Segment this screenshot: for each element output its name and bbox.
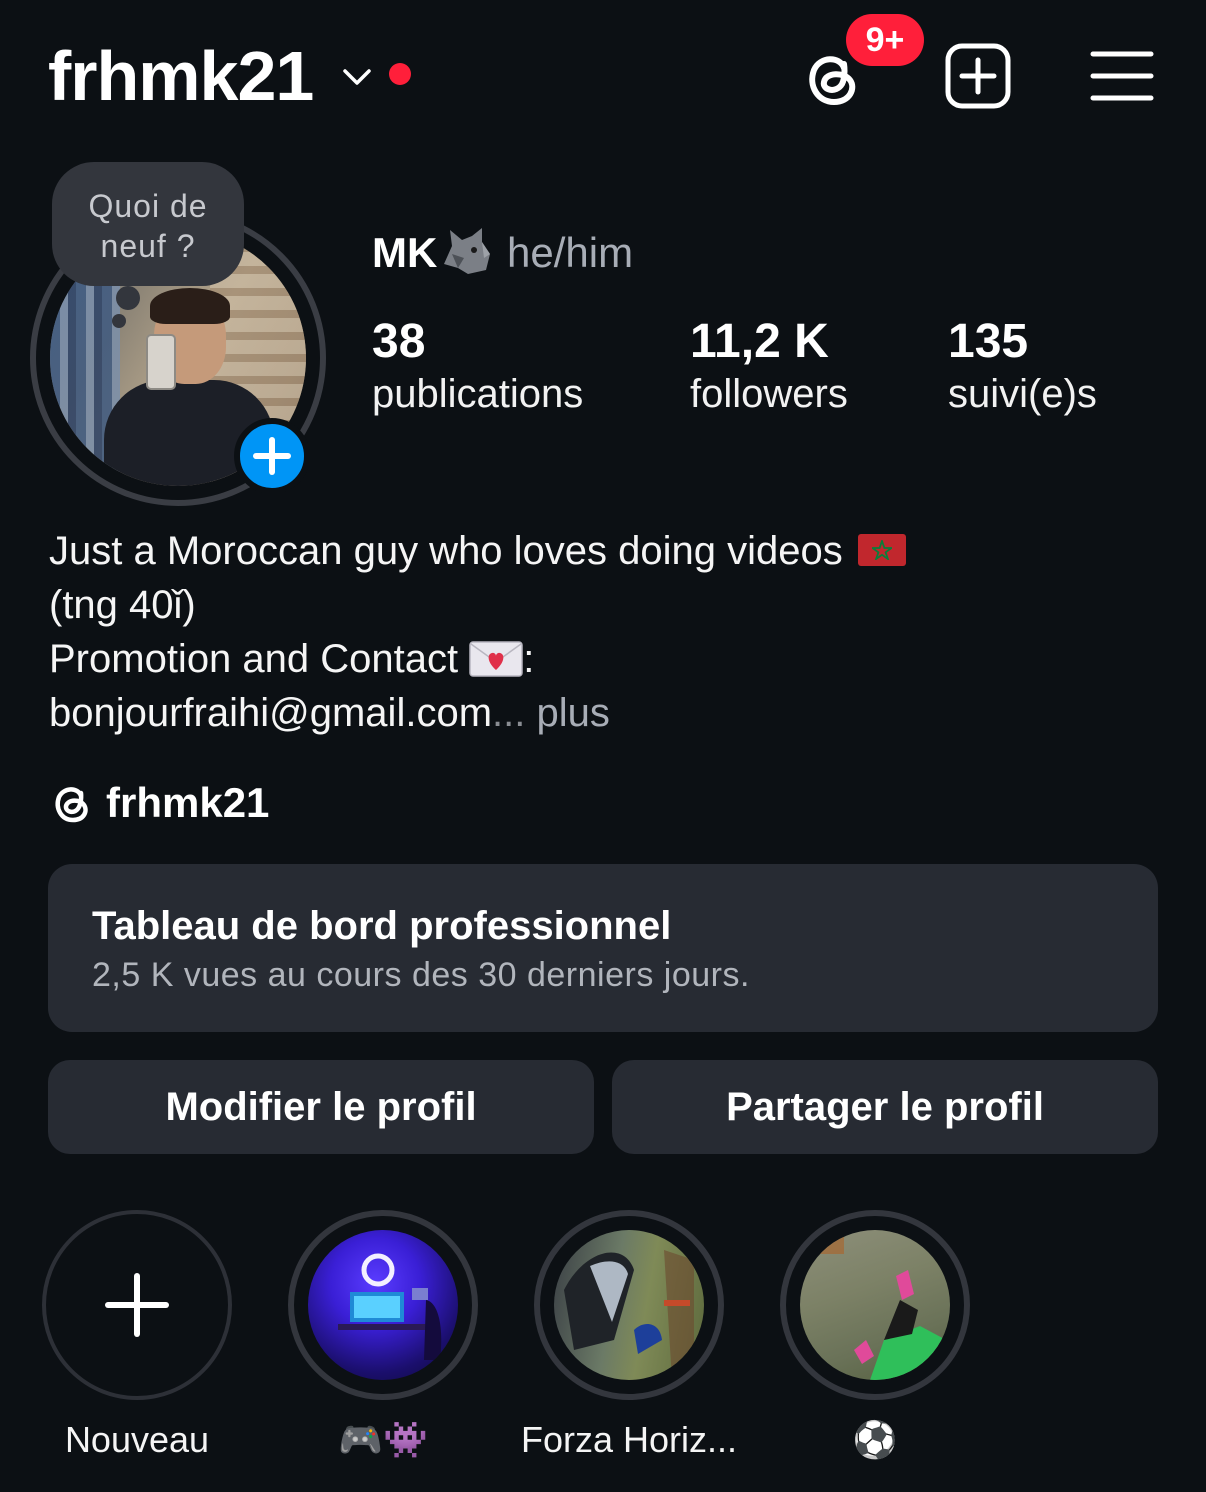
dashboard-subtitle: 2,5 K vues au cours des 30 derniers jour…	[92, 956, 750, 994]
bio: Just a Moroccan guy who loves doing vide…	[49, 524, 1159, 740]
edit-profile-button[interactable]: Modifier le profil	[48, 1060, 594, 1154]
create-post-icon[interactable]	[944, 42, 1012, 110]
note-bubble-tail	[116, 286, 140, 310]
bio-ellipsis: ...	[492, 691, 526, 735]
unread-dot	[389, 63, 411, 85]
avatar-hair	[150, 288, 230, 324]
profile-header: frhmk21 9+	[0, 0, 1206, 150]
add-story-button[interactable]	[234, 418, 310, 494]
bio-email: bonjourfraihi@gmail.com	[49, 691, 493, 735]
plus-icon	[253, 437, 291, 475]
plus-icon	[105, 1273, 169, 1337]
stat-posts[interactable]: 38 publications	[372, 314, 583, 418]
notification-badge: 9+	[846, 14, 924, 66]
chevron-down-icon[interactable]	[340, 60, 374, 94]
stat-posts-label: publications	[372, 372, 584, 416]
threads-handle: frhmk21	[106, 779, 270, 826]
share-profile-button[interactable]: Partager le profil	[612, 1060, 1158, 1154]
highlight-football-cover	[800, 1230, 950, 1380]
stat-following-value: 135	[948, 315, 1029, 368]
highlight-gaming-label: 🎮👾	[338, 1419, 428, 1460]
stat-posts-value: 38	[372, 315, 426, 368]
threads-icon	[55, 787, 88, 823]
bio-line-2: (tng 40ǐ)	[49, 583, 196, 627]
bio-line-3-text: Promotion and Contact	[49, 637, 459, 681]
highlight-forza-label: Forza Horiz...	[520, 1419, 738, 1460]
avatar-phone	[146, 334, 176, 390]
highlight-new-label: Nouveau	[64, 1419, 210, 1460]
professional-dashboard-card[interactable]: Tableau de bord professionnel 2,5 K vues…	[48, 864, 1158, 1032]
pronouns: he/him	[507, 229, 634, 276]
bio-line-1: Just a Moroccan guy who loves doing vide…	[49, 524, 1159, 578]
bio-line-3-suffix: :	[523, 637, 535, 681]
account-username[interactable]: frhmk21	[48, 36, 314, 116]
highlight-gaming-cover	[308, 1230, 458, 1380]
stat-following[interactable]: 135 suivi(e)s	[948, 314, 1097, 418]
stat-followers[interactable]: 11,2 K followers	[690, 314, 848, 418]
note-bubble-tail-small	[112, 314, 126, 328]
highlight-football-label: ⚽	[852, 1419, 898, 1460]
dashboard-title: Tableau de bord professionnel	[92, 904, 672, 948]
stat-followers-value: 11,2 K	[690, 315, 829, 368]
hamburger-menu-icon[interactable]	[1090, 46, 1154, 106]
morocco-flag-icon	[857, 534, 906, 566]
bio-line-4: bonjourfraihi@gmail.com... plus	[49, 686, 1159, 740]
display-name: MK	[372, 229, 438, 276]
bio-line-3: Promotion and Contact :	[49, 632, 1159, 686]
love-letter-icon	[469, 641, 523, 677]
highlight-forza-cover	[554, 1230, 704, 1380]
note-bubble[interactable]: Quoi de neuf ?	[52, 162, 244, 286]
bio-more-link[interactable]: plus	[536, 691, 609, 735]
wolf-icon	[444, 228, 490, 274]
bio-line-1-text: Just a Moroccan guy who loves doing vide…	[49, 529, 843, 573]
stat-following-label: suivi(e)s	[948, 372, 1097, 416]
stat-followers-label: followers	[690, 372, 848, 416]
